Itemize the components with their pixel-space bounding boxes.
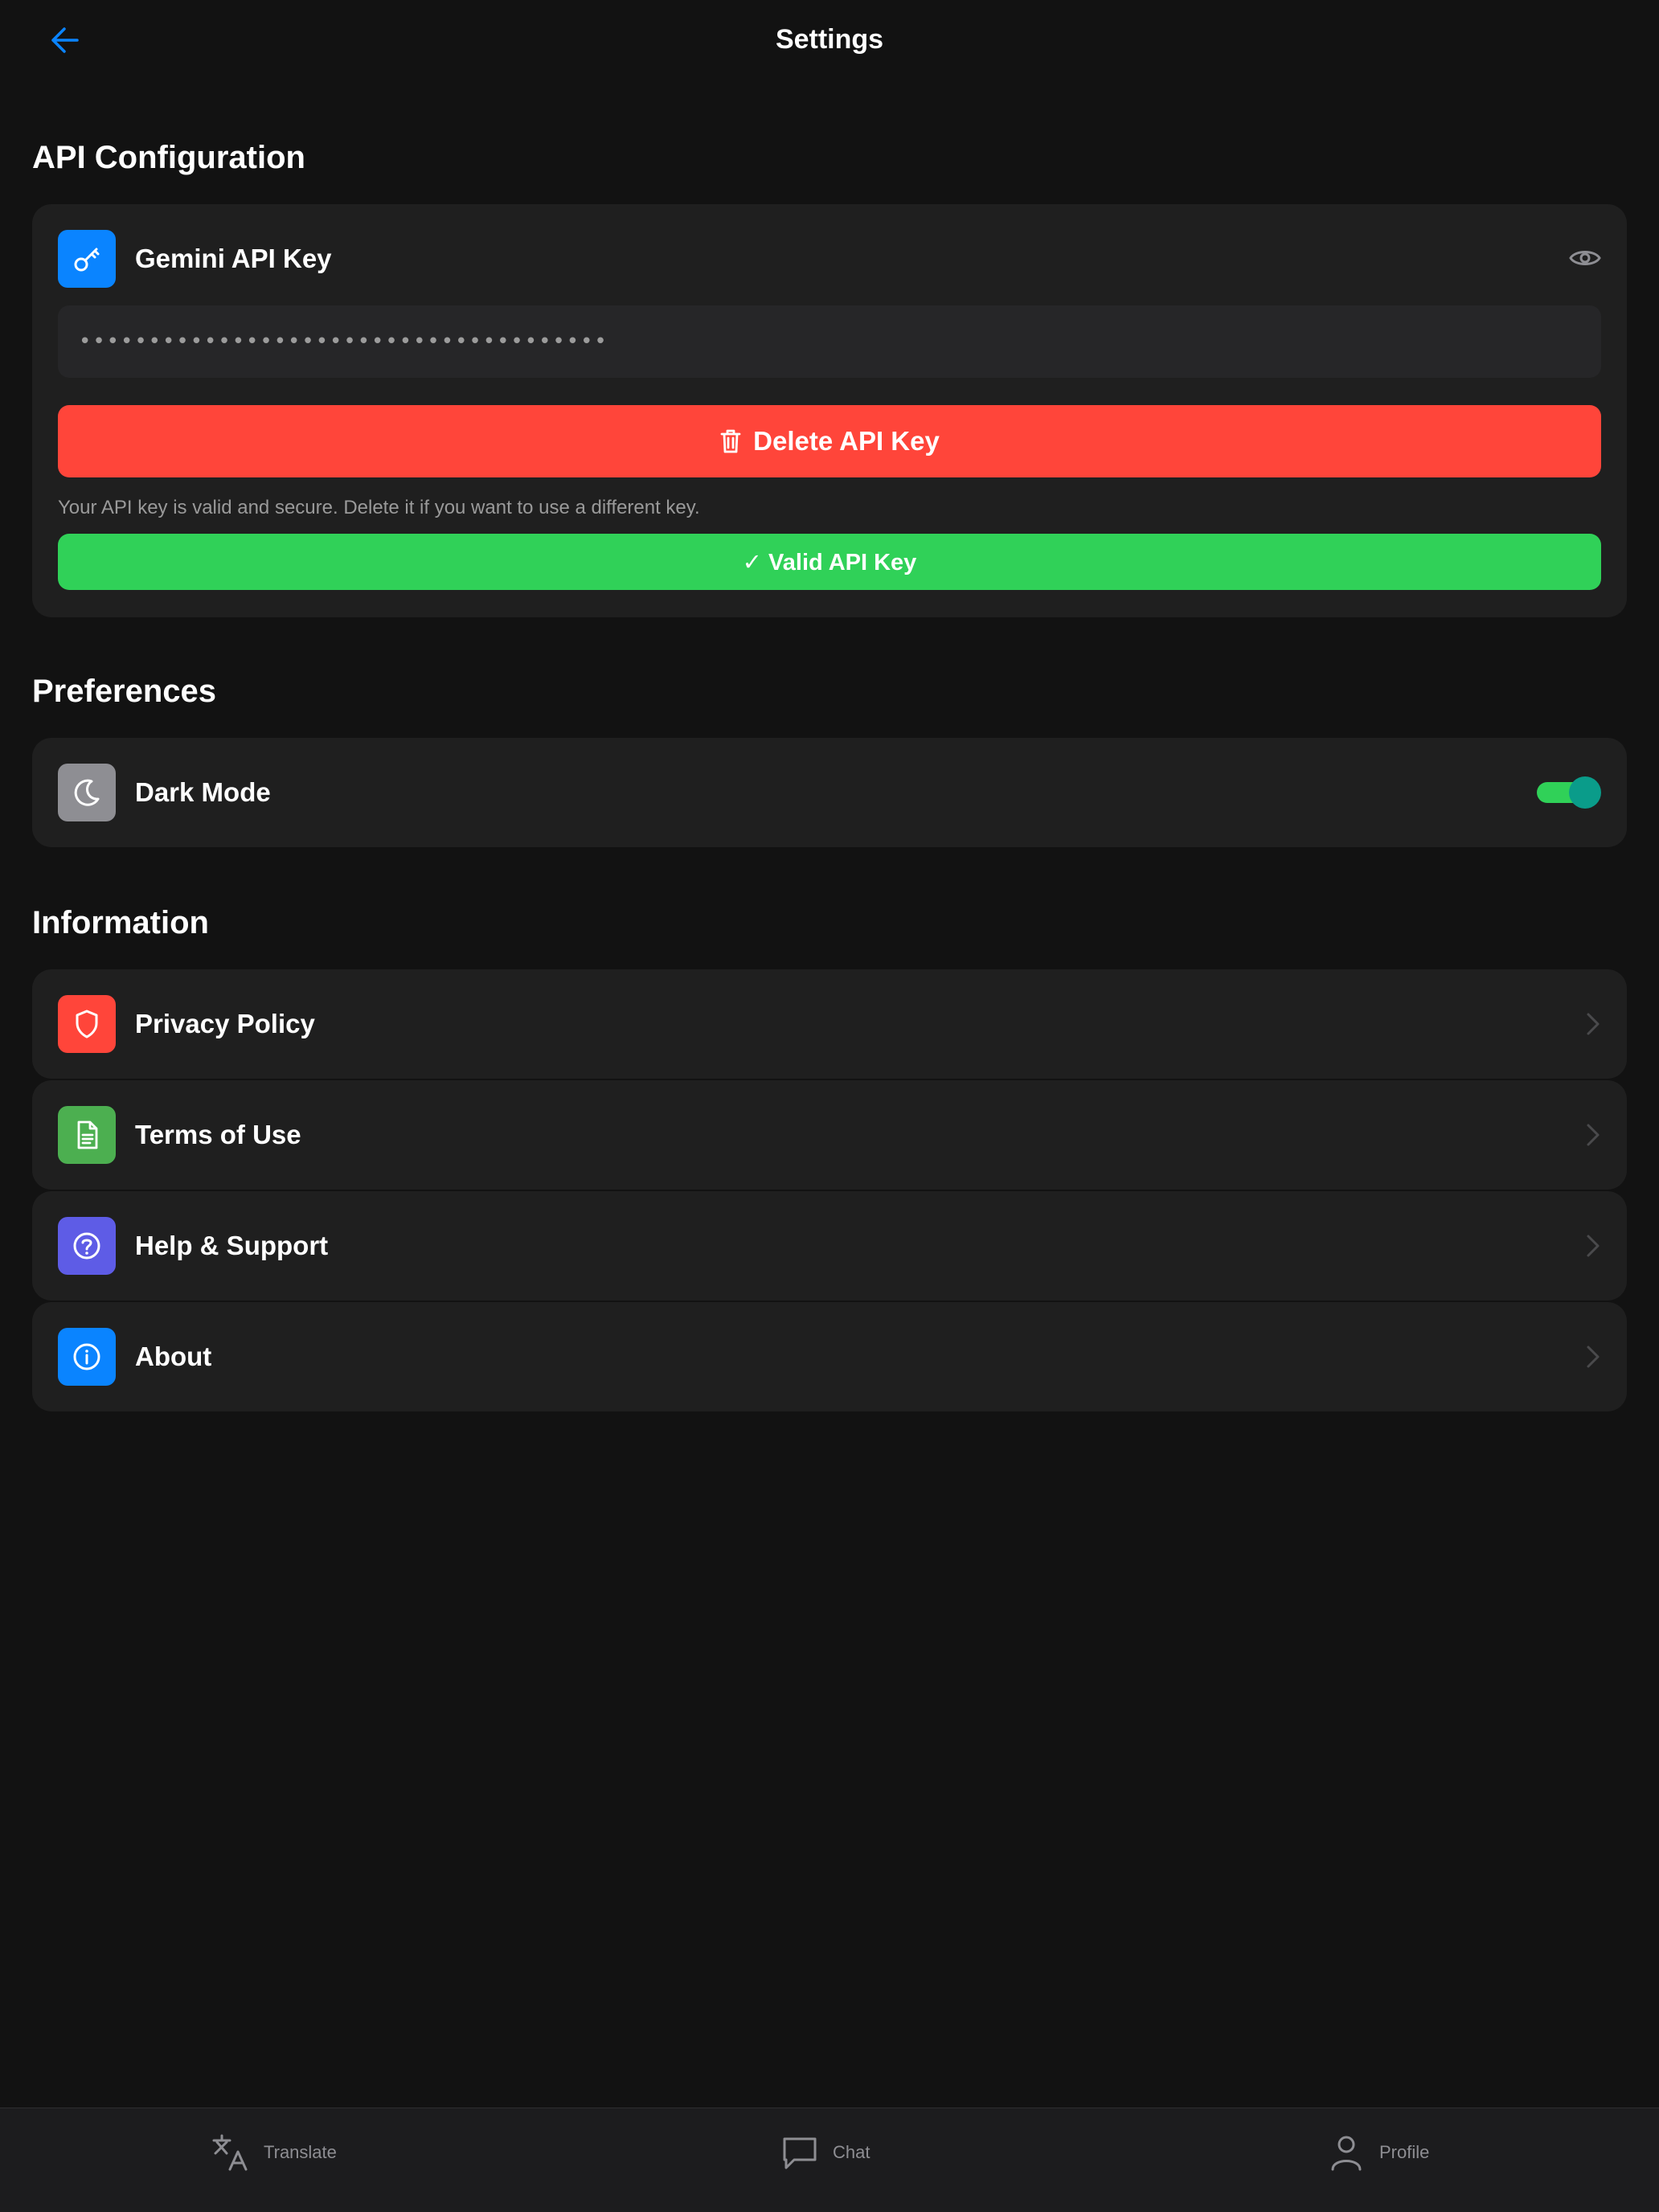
toggle-visibility-button[interactable] xyxy=(1569,246,1601,274)
about-row[interactable]: About xyxy=(32,1302,1627,1411)
section-title-api: API Configuration xyxy=(32,140,305,175)
section-title-preferences: Preferences xyxy=(32,674,217,709)
moon-icon xyxy=(58,764,116,821)
header: Settings xyxy=(0,0,1659,88)
chat-bubble-icon xyxy=(783,2137,817,2169)
nav-chat-label: Chat xyxy=(833,2142,870,2162)
about-content: About xyxy=(58,1328,1601,1386)
shield-icon xyxy=(58,995,116,1053)
nav-profile-label: Profile xyxy=(1379,2142,1430,2162)
privacy-policy-row[interactable]: Privacy Policy xyxy=(32,969,1627,1079)
terms-of-use-label: Terms of Use xyxy=(135,1120,301,1149)
delete-api-key-label: Delete API Key xyxy=(753,426,940,456)
section-title-information: Information xyxy=(32,905,209,940)
nav-chat[interactable]: Chat xyxy=(780,2132,870,2173)
toggle-thumb xyxy=(1569,776,1601,809)
question-circle-icon xyxy=(58,1217,116,1275)
api-key-label: Gemini API Key xyxy=(135,244,332,273)
valid-api-key-badge[interactable]: ✓ Valid API Key xyxy=(58,534,1601,590)
help-support-label: Help & Support xyxy=(135,1231,329,1260)
privacy-policy-content: Privacy Policy xyxy=(58,995,1601,1053)
about-label: About xyxy=(135,1342,212,1371)
api-key-card: Gemini API Key •••••••••••••••••••••••••… xyxy=(32,204,1627,617)
settings-page: Settings API Configuration Gemini API Ke… xyxy=(0,0,1659,2212)
terms-of-use-content: Terms of Use xyxy=(58,1106,1601,1164)
person-icon xyxy=(1331,2136,1362,2171)
chevron-right-icon xyxy=(1587,1235,1600,1257)
nav-translate[interactable]: Translate xyxy=(211,2132,337,2173)
document-icon xyxy=(58,1106,116,1164)
help-support-row[interactable]: Help & Support xyxy=(32,1191,1627,1301)
dark-mode-content: Dark Mode xyxy=(58,764,1601,821)
help-support-content: Help & Support xyxy=(58,1217,1601,1275)
dark-mode-row[interactable]: Dark Mode xyxy=(32,738,1627,847)
nav-translate-label: Translate xyxy=(264,2142,337,2162)
api-key-header: Gemini API Key xyxy=(58,230,1601,288)
key-icon xyxy=(58,230,116,288)
terms-of-use-row[interactable]: Terms of Use xyxy=(32,1080,1627,1190)
bottom-nav: Translate Chat Profile xyxy=(0,2108,1659,2212)
translate-icon xyxy=(212,2134,248,2171)
api-key-input[interactable]: •••••••••••••••••••••••••••••••••••••• xyxy=(58,305,1601,378)
eye-icon xyxy=(1569,251,1601,265)
chevron-right-icon xyxy=(1587,1124,1600,1146)
privacy-policy-label: Privacy Policy xyxy=(135,1009,315,1038)
nav-profile[interactable]: Profile xyxy=(1326,2132,1429,2173)
api-key-helper-text: Your API key is valid and secure. Delete… xyxy=(58,497,700,518)
dark-mode-toggle[interactable] xyxy=(1537,776,1601,809)
dark-mode-label: Dark Mode xyxy=(135,777,271,807)
delete-api-key-button[interactable]: Delete API Key xyxy=(58,405,1601,477)
chevron-right-icon xyxy=(1587,1013,1600,1035)
chevron-right-icon xyxy=(1587,1346,1600,1368)
page-title: Settings xyxy=(775,24,884,55)
trash-icon xyxy=(720,429,741,453)
info-circle-icon xyxy=(58,1328,116,1386)
